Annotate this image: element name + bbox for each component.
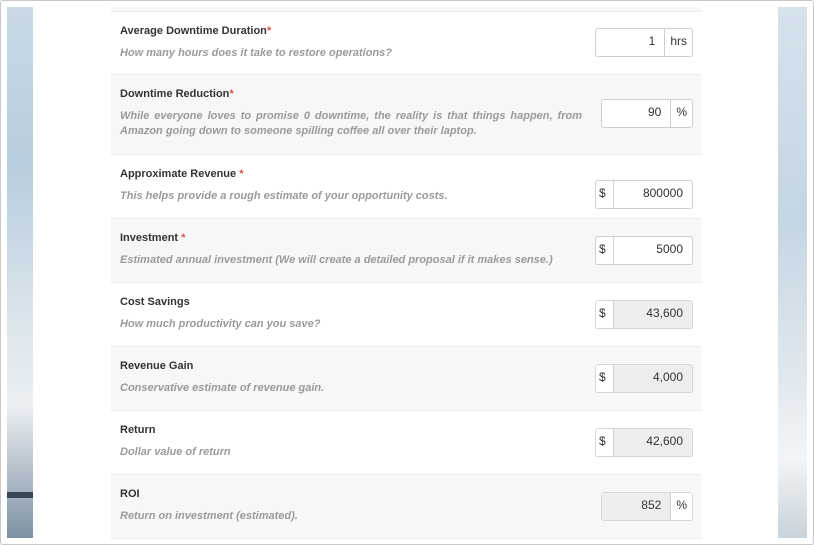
return-output: 42,600 [614,429,692,456]
form-row-revenue-gain: Revenue Gain Conservative estimate of re… [111,347,701,411]
field-help-text: While everyone loves to promise 0 downti… [120,110,582,137]
required-marker: * [181,232,186,244]
downtime-duration-input-group: 1 hrs [595,28,693,57]
revenue-gain-output: 4,000 [614,365,692,392]
cost-savings-output-group: $ 43,600 [595,300,693,329]
field-help-text: Estimated annual investment (We will cre… [120,254,553,266]
approximate-revenue-input[interactable]: 800000 [614,181,692,208]
form-row-investment: Investment * Estimated annual investment… [111,219,701,283]
dollar-prefix-addon: $ [596,365,614,392]
window-frame: Average Downtime Duration* How many hour… [0,0,814,545]
field-help-text: This helps provide a rough estimate of y… [120,190,448,202]
background-image-left [7,7,33,538]
required-marker: * [266,25,272,37]
required-marker: * [239,168,244,180]
field-label: Approximate Revenue * [120,168,244,180]
approximate-revenue-input-group: $ 800000 [595,180,693,209]
field-help-text: How much productivity can you save? [120,318,321,330]
hours-unit-addon: hrs [664,29,692,56]
form-row-return: Return Dollar value of return $ 42,600 [111,411,701,475]
dollar-prefix-addon: $ [596,181,614,208]
investment-input[interactable]: 5000 [614,237,692,264]
roi-calculator-form: Average Downtime Duration* How many hour… [111,7,701,539]
dollar-prefix-addon: $ [596,237,614,264]
field-help-text: Conservative estimate of revenue gain. [120,382,325,394]
form-row-downtime-reduction: Downtime Reduction* While everyone loves… [111,75,701,155]
form-row-cost-savings: Cost Savings How much productivity can y… [111,283,701,347]
dollar-prefix-addon: $ [596,301,614,328]
page-content: Average Downtime Duration* How many hour… [33,7,778,539]
roi-output-group: 852 % [601,492,693,521]
roi-output: 852 [602,493,671,520]
percent-unit-addon: % [670,493,692,520]
downtime-duration-input[interactable]: 1 [596,29,664,56]
dollar-prefix-addon: $ [596,429,614,456]
cost-savings-output: 43,600 [614,301,692,328]
field-help-text: Dollar value of return [120,446,231,458]
field-help-text: How many hours does it take to restore o… [120,47,392,59]
form-row-average-downtime-duration: Average Downtime Duration* How many hour… [111,12,701,75]
percent-unit-addon: % [670,100,692,127]
return-output-group: $ 42,600 [595,428,693,457]
investment-input-group: $ 5000 [595,236,693,265]
revenue-gain-output-group: $ 4,000 [595,364,693,393]
form-row-approximate-revenue: Approximate Revenue * This helps provide… [111,155,701,219]
downtime-reduction-input-group: 90 % [601,99,693,128]
form-row-roi: ROI Return on investment (estimated). 85… [111,475,701,539]
background-image-right [778,7,807,538]
required-marker: * [229,88,234,100]
downtime-reduction-input[interactable]: 90 [602,100,670,127]
field-help-text: Return on investment (estimated). [120,510,298,522]
